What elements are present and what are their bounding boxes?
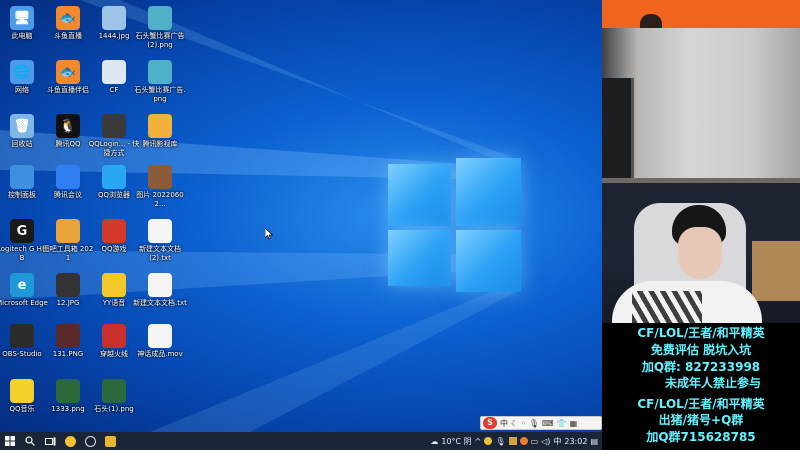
desktop-icon-image — [148, 165, 172, 189]
desktop-icon-image — [56, 165, 80, 189]
desktop-icon-label: 神话成品.mov — [137, 350, 183, 358]
desktop-icon-image — [148, 6, 172, 30]
desktop-icon-image — [148, 114, 172, 138]
start-button[interactable] — [0, 432, 20, 450]
desktop-icon-image: 🖥 — [10, 6, 34, 30]
desktop-icon-image — [102, 6, 126, 30]
ime-mic-icon[interactable]: 🎙 — [529, 419, 539, 428]
desktop-icon[interactable]: 石头蟹比赛广告.png — [133, 58, 187, 114]
windows-start-icon — [5, 436, 15, 446]
desktop-icon-image — [148, 60, 172, 84]
desktop-icon-image — [56, 379, 80, 403]
ime-punct-icon[interactable]: ◦ — [521, 419, 526, 428]
desktop-icon-label: 图片 20220602... — [136, 191, 184, 208]
ime-lang-toggle[interactable]: 中 — [500, 418, 508, 429]
obs-icon — [84, 435, 96, 447]
webcam-feed-top — [602, 0, 800, 28]
weather-icon[interactable]: ☁ — [430, 437, 438, 446]
ime-shirt-icon[interactable]: 👕 — [557, 419, 567, 428]
clock-time[interactable]: 23:02 — [564, 437, 587, 446]
promo-line-3: 加Q群: 827233998 — [641, 360, 761, 374]
notification-icon[interactable]: ▤ — [590, 437, 598, 446]
tray-mic-icon[interactable]: 🎙 — [495, 437, 505, 446]
douyu-icon — [64, 435, 76, 447]
desktop-icon-image — [102, 114, 126, 138]
desktop-icon-label: 石头蟹比赛广告(2).png — [135, 32, 185, 49]
desktop-icon[interactable]: 石头(1).png — [87, 377, 141, 432]
desktop-icon-label: 石头(1).png — [94, 405, 134, 413]
promo-line-4: 未成年人禁止参与 — [664, 376, 761, 390]
webcam-feed-room — [602, 28, 800, 183]
task-view-icon — [44, 437, 55, 445]
desktop-icon-image — [102, 219, 126, 243]
tray-app-yellow-icon[interactable] — [484, 437, 493, 445]
promo-line-7: 加Q群715628785 — [646, 430, 756, 444]
desktop-icon[interactable]: 图片 20220602... — [133, 163, 187, 219]
task-view-button[interactable] — [40, 432, 60, 450]
network-icon[interactable]: ▭ — [531, 437, 539, 446]
desktop-icon-image — [10, 379, 34, 403]
ime-toolbar[interactable]: S 中 ☾ ◦ 🎙 ⌨ 👕 ▦ — [480, 416, 602, 430]
search-button[interactable] — [20, 432, 40, 450]
promo-text-block: CF/LOL/王者/和平精英 免费评估 脱坑入坑 加Q群: 827233998 … — [602, 323, 800, 450]
windows-logo — [388, 158, 521, 292]
promo-line-6: 出猪/猪号+Q群 — [658, 413, 744, 427]
ime-indicator[interactable]: 中 — [553, 436, 561, 447]
tray-app-icon[interactable] — [508, 437, 517, 445]
desktop[interactable]: 🖥 此电脑 🐟 斗鱼直播 1444.jpg 石头蟹比赛广告(2).png 🌐 网络 🐟 斗鱼直播伴… — [0, 0, 602, 432]
ime-grid-icon[interactable]: ▦ — [570, 419, 578, 428]
desktop-icon[interactable]: 新建文本文档 (2).txt — [133, 217, 187, 273]
desktop-icon[interactable]: 神话成品.mov — [133, 322, 187, 378]
taskbar-app-yy[interactable] — [100, 432, 120, 450]
promo-line-5: CF/LOL/王者/和平精英 — [637, 397, 765, 411]
webcam-feed-streamer — [602, 183, 800, 323]
stream-overlay-panel: CF/LOL/王者/和平精英 免费评估 脱坑入坑 加Q群: 827233998 … — [602, 0, 800, 450]
ime-moon-icon[interactable]: ☾ — [511, 419, 518, 428]
desktop-icon-image — [148, 219, 172, 243]
desktop-icon-image — [148, 273, 172, 297]
taskbar-app-douyu[interactable] — [60, 432, 80, 450]
desktop-icon-image: 🌐 — [10, 60, 34, 84]
desktop-icon-image: e — [10, 273, 34, 297]
desktop-icon[interactable]: 新建文本文档.txt — [133, 271, 187, 327]
promo-line-1: CF/LOL/王者/和平精英 — [637, 326, 765, 340]
tray-overflow-icon[interactable]: ^ — [475, 437, 482, 446]
desktop-icon-image — [56, 219, 80, 243]
desktop-icon[interactable]: 石头蟹比赛广告(2).png — [133, 4, 187, 60]
mouse-cursor-icon — [265, 228, 273, 240]
yy-icon — [104, 435, 116, 447]
desktop-icon-image: 🐟 — [56, 6, 80, 30]
desktop-icon-image: 🐧 — [56, 114, 80, 138]
desktop-icon-label: 石头蟹比赛广告.png — [134, 86, 186, 103]
weather-text[interactable]: 10°C 阴 — [441, 436, 471, 447]
desktop-icon-image — [56, 324, 80, 348]
promo-line-2: 免费评估 脱坑入坑 — [650, 343, 752, 357]
desktop-icon-image — [10, 324, 34, 348]
desktop-icon-image — [102, 324, 126, 348]
desktop-icon-label: 新建文本文档 (2).txt — [139, 245, 181, 262]
taskbar-app-obs[interactable] — [80, 432, 100, 450]
desktop-icon-image — [102, 165, 126, 189]
search-icon — [25, 436, 35, 446]
desktop-icon-image — [102, 273, 126, 297]
desktop-icon-image: 🐟 — [56, 60, 80, 84]
desktop-icon-label: 新建文本文档.txt — [133, 299, 187, 307]
desktop-icon-image — [102, 379, 126, 403]
desktop-icon-image — [56, 273, 80, 297]
ime-keyboard-icon[interactable]: ⌨ — [542, 419, 554, 428]
taskbar[interactable]: ☁ 10°C 阴 ^ 🎙 ▭ ◁) 中 23:02 ▤ — [0, 432, 602, 450]
desktop-icon[interactable]: 腾讯影视库 — [133, 112, 187, 168]
desktop-icon-image: 🗑 — [10, 114, 34, 138]
desktop-icon-image — [102, 60, 126, 84]
desktop-icon-image — [10, 165, 34, 189]
system-tray: ☁ 10°C 阴 ^ 🎙 ▭ ◁) 中 23:02 ▤ — [430, 436, 602, 447]
tray-app-orange-icon[interactable] — [519, 437, 528, 445]
desktop-icon-label: 腾讯影视库 — [142, 140, 178, 148]
desktop-icon-image — [148, 324, 172, 348]
desktop-icon-image: G — [10, 219, 34, 243]
volume-icon[interactable]: ◁) — [541, 437, 550, 446]
sogou-ime-icon[interactable]: S — [483, 417, 497, 429]
